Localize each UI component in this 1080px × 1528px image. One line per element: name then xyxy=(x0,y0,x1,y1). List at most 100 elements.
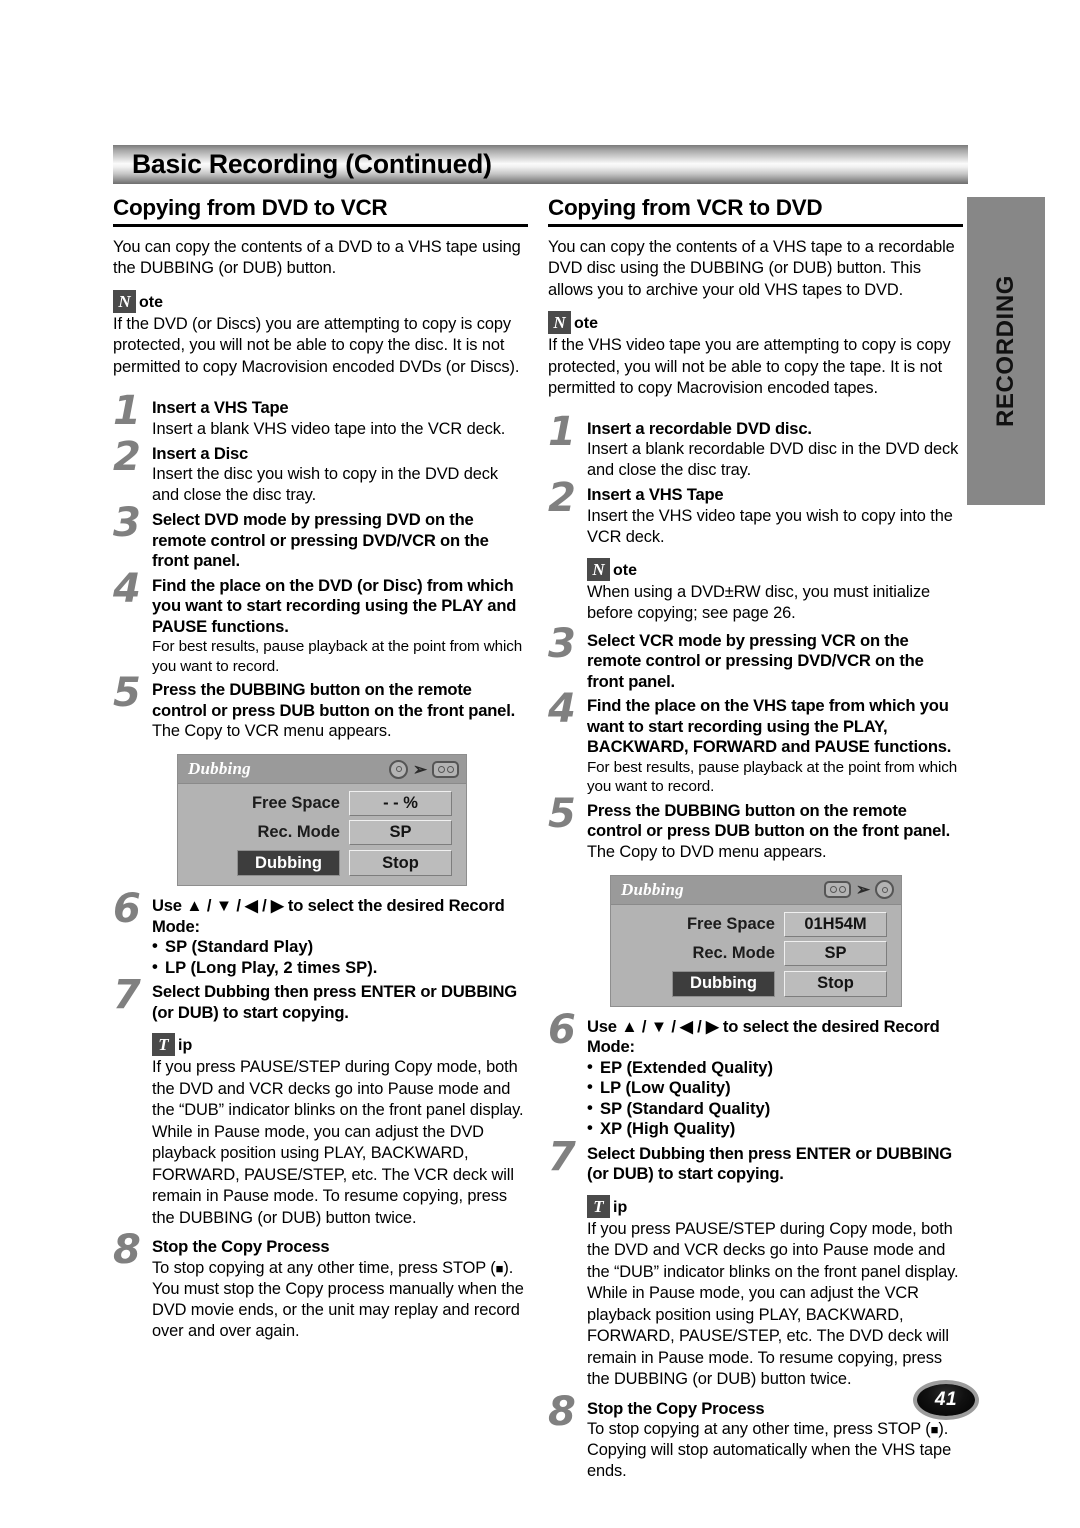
dubbing-menu-dvd-to-vcr: Dubbing ➢ Free Space - - % Rec. Mode SP … xyxy=(177,754,467,887)
manual-page: Basic Recording (Continued) RECORDING Co… xyxy=(0,0,1080,1528)
step-detail-pre: To stop copying at any other time, press… xyxy=(152,1258,496,1277)
rec-mode-value[interactable]: SP xyxy=(784,940,887,966)
right-tip-text: If you press PAUSE/STEP during Copy mode… xyxy=(587,1219,959,1389)
tip-label: ip xyxy=(178,1037,193,1055)
right-note-marker: N ote xyxy=(548,311,963,335)
step-item: 3 Select DVD mode by pressing DVD on the… xyxy=(113,503,528,572)
record-mode-option: LP (Low Quality) xyxy=(587,1077,963,1099)
free-space-row: Free Space 01H54M xyxy=(625,911,887,937)
step-item: 8 Stop the Copy Process To stop copying … xyxy=(113,1230,528,1342)
step-heading: Use ▲ / ▼ / ◀ / ▶ to select the desired … xyxy=(152,896,505,936)
step-number: 7 xyxy=(113,972,141,1019)
step-heading: Find the place on the VHS tape from whic… xyxy=(587,696,952,757)
left-section-title: Copying from DVD to VCR xyxy=(113,195,388,220)
step-number: 8 xyxy=(113,1227,141,1274)
step-number: 1 xyxy=(113,388,141,435)
record-mode-option: SP (Standard Quality) xyxy=(587,1098,963,1120)
note-label: ote xyxy=(574,315,598,333)
dubbing-direction-icons: ➢ xyxy=(389,759,459,779)
arrow-right-icon: ➢ xyxy=(855,880,871,900)
right-section-rule xyxy=(548,223,963,227)
note-label: ote xyxy=(613,561,637,579)
step-detail-pre: To stop copying at any other time, press… xyxy=(587,1420,931,1439)
left-section-rule xyxy=(113,223,528,227)
step-number: 6 xyxy=(548,1006,576,1053)
rec-mode-label: Rec. Mode xyxy=(692,943,775,962)
dubbing-start-button[interactable]: Dubbing xyxy=(237,850,340,877)
step-number: 4 xyxy=(548,686,576,733)
step-number: 1 xyxy=(548,408,576,455)
step-heading: Use ▲ / ▼ / ◀ / ▶ to select the desired … xyxy=(587,1016,940,1057)
dubbing-menu-title-bar: Dubbing ➢ xyxy=(178,755,466,785)
step-heading: Insert a Disc xyxy=(152,443,249,463)
left-tip-marker: T ip xyxy=(152,1033,528,1057)
rec-mode-row: Rec. Mode SP xyxy=(625,940,887,966)
step-item: 2 Insert a Disc Insert the disc you wish… xyxy=(113,437,528,507)
step-heading: Select Dubbing then press ENTER or DUBBI… xyxy=(587,1143,952,1184)
right-section-title: Copying from VCR to DVD xyxy=(548,195,823,220)
right-note2-text: When using a DVD±RW disc, you must initi… xyxy=(587,582,931,623)
rec-mode-row: Rec. Mode SP xyxy=(192,820,452,846)
record-mode-options: EP (Extended Quality) LP (Low Quality) S… xyxy=(587,1057,963,1140)
step-number: 7 xyxy=(548,1133,576,1180)
step-detail: Insert a blank recordable DVD disc in th… xyxy=(587,440,959,480)
right-note2-marker: N ote xyxy=(587,557,963,581)
note-glyph-icon: N xyxy=(587,557,610,581)
rec-mode-label: Rec. Mode xyxy=(257,823,340,842)
step-number: 3 xyxy=(548,620,576,667)
step-detail: Insert the disc you wish to copy in the … xyxy=(152,465,498,505)
right-intro-text: You can copy the contents of a VHS tape … xyxy=(548,237,955,299)
right-column: Copying from VCR to DVD You can copy the… xyxy=(548,195,963,1482)
dubbing-stop-button[interactable]: Stop xyxy=(784,970,887,997)
step-heading: Press the DUBBING button on the remote c… xyxy=(587,800,951,841)
cassette-icon xyxy=(824,881,851,899)
step-heading: Select DVD mode by pressing DVD on the r… xyxy=(152,510,489,571)
step-heading: Press the DUBBING button on the remote c… xyxy=(152,680,516,720)
step-detail: Insert the VHS video tape you wish to co… xyxy=(587,506,953,546)
section-tab-recording: RECORDING xyxy=(967,197,1045,505)
step-detail: For best results, pause playback at the … xyxy=(152,638,523,675)
step-heading: Insert a recordable DVD disc. xyxy=(587,418,812,438)
dubbing-menu-buttons: Dubbing Stop xyxy=(625,970,887,997)
step-item: 5 Press the DUBBING button on the remote… xyxy=(113,673,528,742)
step-number: 5 xyxy=(113,670,141,717)
page-number-label: 41 xyxy=(934,1389,958,1410)
tip-glyph-icon: T xyxy=(152,1033,175,1057)
record-mode-option: EP (Extended Quality) xyxy=(587,1057,963,1079)
dubbing-start-button[interactable]: Dubbing xyxy=(672,970,775,997)
step-number: 2 xyxy=(548,475,576,522)
right-tip-block: T ip If you press PAUSE/STEP during Copy… xyxy=(548,1194,963,1391)
free-space-value: - - % xyxy=(349,791,452,817)
dubbing-menu-body: Free Space - - % Rec. Mode SP Dubbing St… xyxy=(178,784,466,885)
disc-icon xyxy=(875,880,894,900)
step-heading: Select VCR mode by pressing VCR on the r… xyxy=(587,630,924,691)
step-item: 5 Press the DUBBING button on the remote… xyxy=(548,794,963,863)
rec-mode-value[interactable]: SP xyxy=(349,820,452,846)
step-item: 2 Insert a VHS Tape Insert the VHS video… xyxy=(548,478,963,548)
note-glyph-icon: N xyxy=(548,311,571,335)
dubbing-menu-title-bar: Dubbing ➢ xyxy=(611,875,901,905)
step-number: 3 xyxy=(113,500,141,547)
step-detail: For best results, pause playback at the … xyxy=(587,758,958,796)
dubbing-menu-title: Dubbing xyxy=(188,759,251,779)
step-item: 7 Select Dubbing then press ENTER or DUB… xyxy=(548,1137,963,1185)
step-heading: Find the place on the DVD (or Disc) from… xyxy=(152,575,517,636)
dubbing-menu-vcr-to-dvd: Dubbing ➢ Free Space 01H54M Rec. Mode SP xyxy=(610,874,902,1007)
step-item: 6 Use ▲ / ▼ / ◀ / ▶ to select the desire… xyxy=(548,1010,963,1140)
step-item: 1 Insert a VHS Tape Insert a blank VHS v… xyxy=(113,391,528,440)
step-item: 3 Select VCR mode by pressing VCR on the… xyxy=(548,624,963,693)
section-tab-label: RECORDING xyxy=(992,274,1019,428)
note-label: ote xyxy=(139,293,163,311)
dubbing-stop-button[interactable]: Stop xyxy=(349,850,452,877)
step-detail: Insert a blank VHS video tape into the V… xyxy=(152,419,506,438)
free-space-value: 01H54M xyxy=(784,911,887,937)
left-tip-block: T ip If you press PAUSE/STEP during Copy… xyxy=(113,1033,528,1229)
step-item: 6 Use ▲ / ▼ / ◀ / ▶ to select the desire… xyxy=(113,889,528,978)
left-note-marker: N ote xyxy=(113,289,528,313)
step-detail: To stop copying at any other time, press… xyxy=(152,1258,528,1342)
right-note-text: If the VHS video tape you are attempting… xyxy=(548,336,951,398)
note-glyph-icon: N xyxy=(113,289,136,313)
arrow-right-icon: ➢ xyxy=(412,759,428,779)
step-detail: The Copy to DVD menu appears. xyxy=(587,842,827,861)
step-number: 5 xyxy=(548,790,576,837)
